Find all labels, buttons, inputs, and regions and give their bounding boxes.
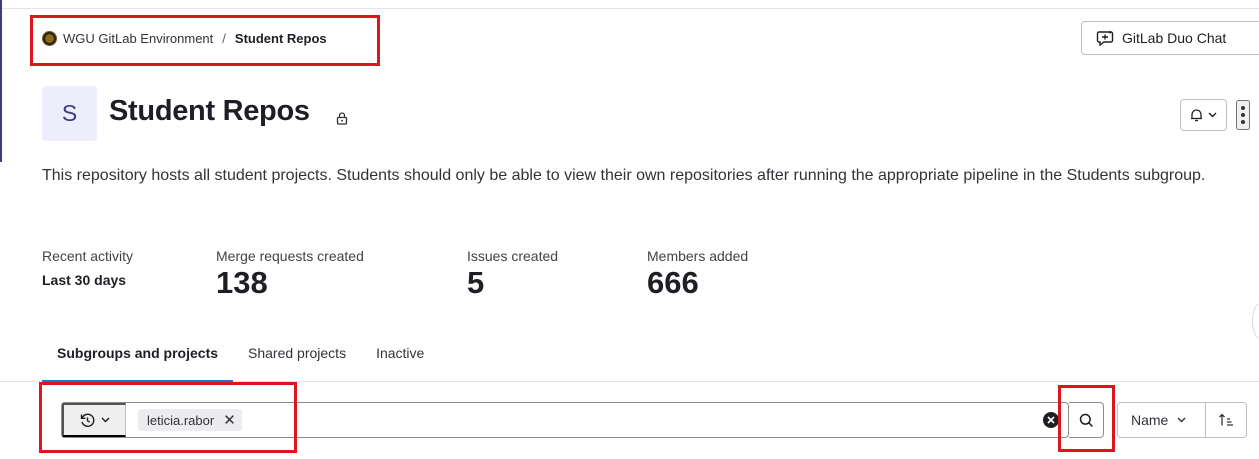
tab-subgroups-and-projects[interactable]: Subgroups and projects bbox=[42, 336, 234, 382]
clear-search-icon[interactable] bbox=[1043, 412, 1059, 428]
stat-period: Recent activity Last 30 days bbox=[42, 248, 133, 288]
history-icon bbox=[80, 413, 94, 427]
search-token[interactable]: leticia.rabor ✕ bbox=[138, 409, 242, 431]
top-divider bbox=[0, 8, 1259, 9]
scroll-handle[interactable] bbox=[1252, 303, 1259, 339]
stat-period-value: Last 30 days bbox=[42, 272, 127, 288]
tab-bar: Subgroups and projects Shared projects I… bbox=[42, 336, 439, 382]
chevron-down-icon bbox=[101, 417, 109, 423]
recent-searches-button[interactable] bbox=[62, 403, 126, 437]
duo-chat-icon bbox=[1096, 30, 1114, 46]
chevron-down-icon bbox=[1177, 417, 1186, 423]
duo-chat-button[interactable]: GitLab Duo Chat bbox=[1081, 21, 1259, 55]
chevron-down-icon bbox=[1208, 112, 1217, 118]
remove-token-icon[interactable]: ✕ bbox=[223, 413, 236, 428]
kebab-dot bbox=[1241, 113, 1245, 117]
page-title: Student Repos bbox=[109, 95, 310, 127]
kebab-dot bbox=[1241, 120, 1245, 124]
stat-merge-requests: Merge requests created 138 bbox=[216, 248, 364, 301]
breadcrumb-parent-link[interactable]: WGU GitLab Environment bbox=[63, 31, 213, 46]
group-description: This repository hosts all student projec… bbox=[42, 167, 1206, 184]
breadcrumb-current-link[interactable]: Student Repos bbox=[235, 31, 327, 46]
filtered-search-bar[interactable]: leticia.rabor ✕ bbox=[61, 402, 1069, 438]
tab-inactive[interactable]: Inactive bbox=[361, 336, 439, 382]
duo-chat-label: GitLab Duo Chat bbox=[1122, 30, 1227, 46]
sort-field-dropdown[interactable]: Name bbox=[1117, 402, 1206, 438]
stat-value: 5 bbox=[467, 265, 485, 300]
stat-value: 666 bbox=[647, 265, 699, 300]
notification-settings-button[interactable] bbox=[1180, 99, 1227, 131]
stat-members: Members added 666 bbox=[647, 248, 748, 301]
tab-shared-projects[interactable]: Shared projects bbox=[233, 336, 361, 382]
stat-label: Members added bbox=[647, 248, 749, 264]
sidebar-edge bbox=[0, 0, 2, 162]
more-actions-button[interactable] bbox=[1236, 100, 1250, 130]
group-avatar: S bbox=[42, 86, 97, 141]
bell-icon bbox=[1191, 109, 1202, 122]
stat-issues: Issues created 5 bbox=[467, 248, 558, 301]
search-submit-button[interactable] bbox=[1069, 402, 1104, 438]
search-icon bbox=[1079, 413, 1093, 427]
kebab-dot bbox=[1241, 106, 1245, 110]
sort-direction-button[interactable] bbox=[1205, 402, 1247, 438]
sort-ascending-icon bbox=[1219, 413, 1233, 426]
stat-period-label: Recent activity bbox=[42, 248, 134, 264]
breadcrumb-separator: / bbox=[222, 30, 226, 46]
search-token-label: leticia.rabor bbox=[147, 412, 215, 428]
stat-value: 138 bbox=[216, 265, 268, 300]
group-logo-icon bbox=[42, 30, 57, 46]
stat-label: Merge requests created bbox=[216, 248, 364, 264]
breadcrumb: WGU GitLab Environment / Student Repos bbox=[42, 27, 327, 49]
sort-field-label: Name bbox=[1131, 412, 1169, 428]
lock-icon bbox=[336, 112, 348, 125]
stat-label: Issues created bbox=[467, 248, 559, 264]
